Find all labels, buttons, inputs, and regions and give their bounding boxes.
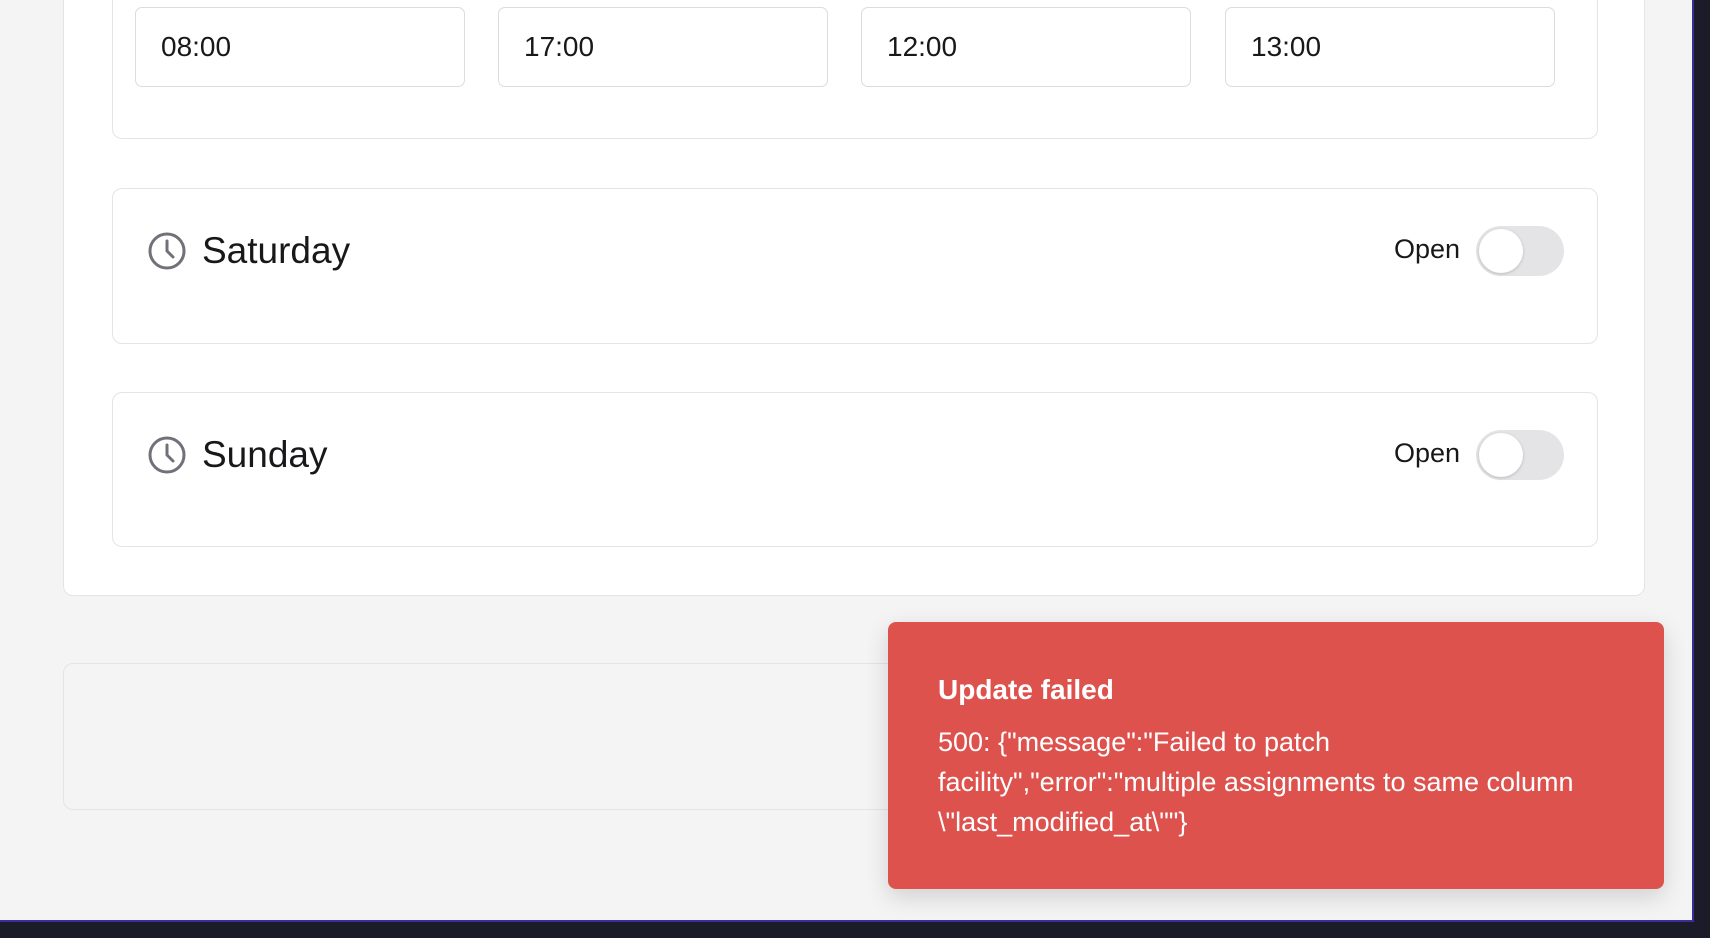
open-toggle-saturday[interactable] [1476, 226, 1564, 276]
open-label-sunday: Open [1393, 438, 1460, 468]
break-start-input[interactable] [861, 7, 1191, 87]
toast-title: Update failed [938, 674, 1114, 705]
day-card-saturday: Saturday Open [112, 188, 1598, 344]
clock-icon [148, 436, 186, 474]
day-card-friday [112, 0, 1598, 139]
day-title-saturday: Saturday [202, 230, 351, 271]
error-toast[interactable]: Update failed 500: {"message":"Failed to… [888, 622, 1664, 889]
toast-message: 500: {"message":"Failed to patch facilit… [938, 727, 1574, 837]
open-toggle-sunday[interactable] [1476, 430, 1564, 480]
toggle-knob [1479, 229, 1523, 273]
open-label-saturday: Open [1393, 234, 1460, 264]
opening-time-input[interactable] [135, 7, 465, 87]
day-title-sunday: Sunday [202, 434, 328, 475]
closing-time-input[interactable] [498, 7, 828, 87]
day-card-sunday: Sunday Open [112, 392, 1598, 547]
toggle-knob [1479, 433, 1523, 477]
break-end-input[interactable] [1225, 7, 1555, 87]
clock-icon [148, 232, 186, 270]
app-viewport: Saturday Open Sunday Open Update failed … [0, 0, 1694, 922]
